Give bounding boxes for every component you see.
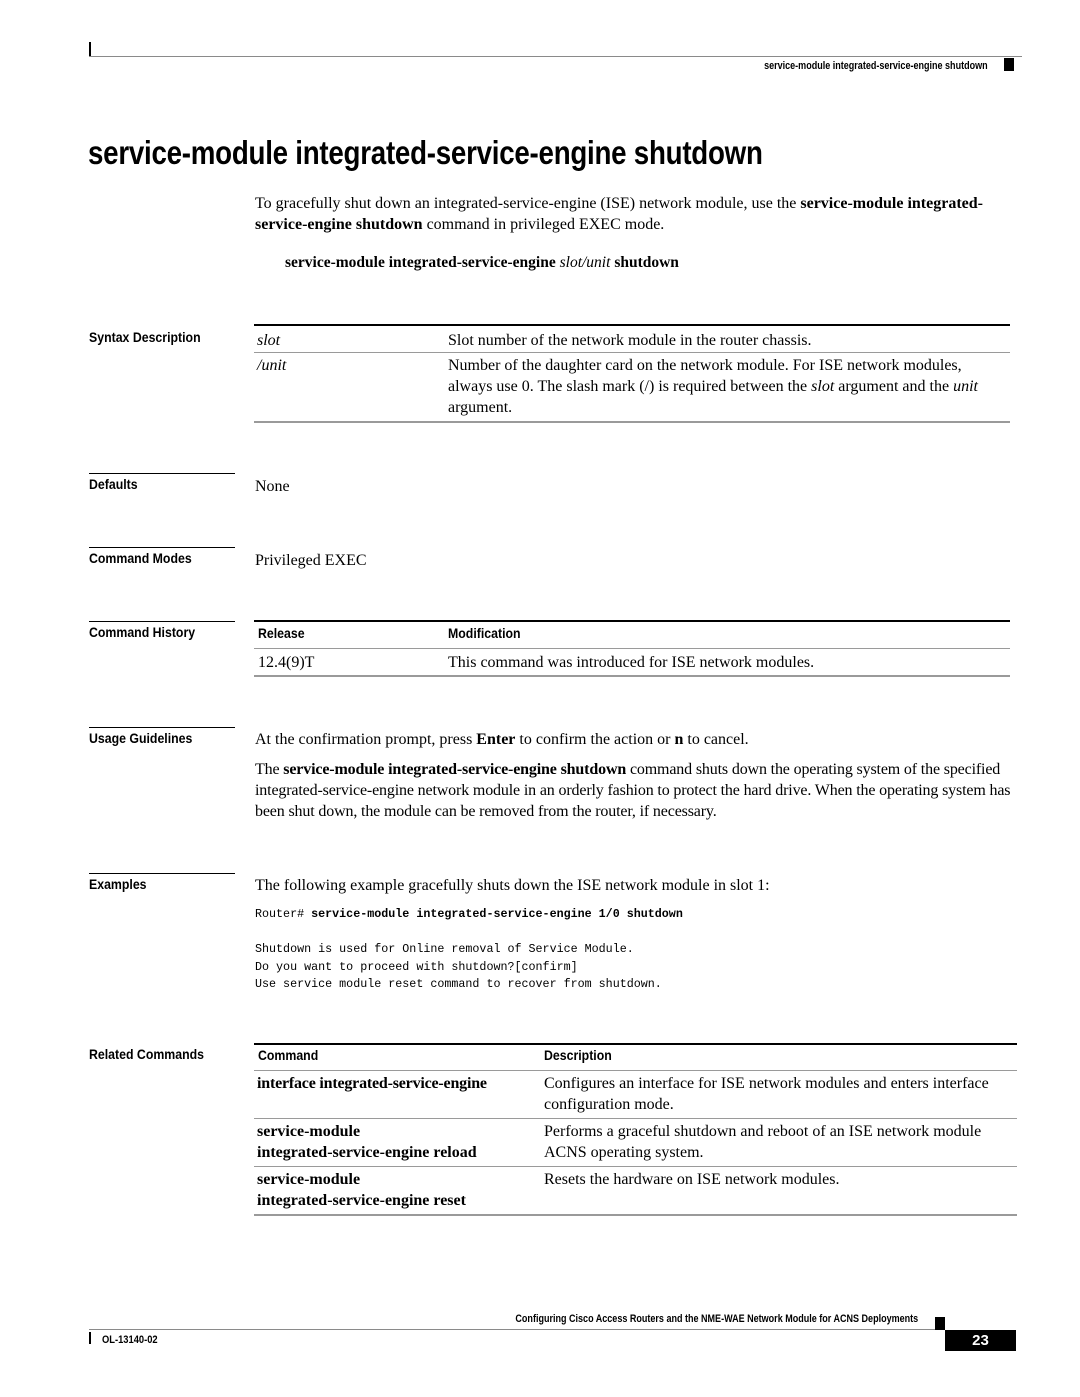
example-command: service-module integrated-service-engine… [311,907,683,921]
usage-text: The [255,761,284,778]
defaults-value: None [255,478,290,495]
related-command-link[interactable]: service-module integrated-service-engine … [257,1169,466,1211]
syntax-argument: slot/unit [559,254,611,271]
router-prompt: Router# [255,907,312,921]
desc-italic-unit: unit [953,378,978,395]
table-rule [254,352,1010,353]
desc-text: argument. [448,399,513,416]
column-header-description: Description [544,1047,612,1063]
section-rule [89,547,235,548]
syntax-command: service-module integrated-service-engine [285,254,560,271]
related-command-description: Resets the hardware on ISE network modul… [544,1171,840,1188]
column-header-release: Release [258,625,305,641]
example-output-line: Do you want to proceed with shutdown?[co… [255,960,578,974]
related-command-link[interactable]: interface integrated-service-engine [257,1073,487,1094]
footer-margin-tick [89,1332,91,1344]
footer-rule [89,1329,935,1330]
table-rule [254,648,1010,649]
usage-text: to confirm the action or [515,731,675,748]
section-label-examples: Examples [89,876,147,892]
footer-doc-number: OL-13140-02 [102,1334,158,1346]
example-output-line: Use service module reset command to reco… [255,977,662,991]
related-command-description: Configures an interface for ISE network … [544,1075,989,1113]
syntax-desc-slot: Slot number of the network module in the… [448,332,812,349]
usage-text: At the confirmation prompt, press [255,731,477,748]
syntax-desc-unit: Number of the daughter card on the netwo… [448,355,993,418]
table-rule [254,324,1010,326]
related-command-line: service-module [257,1171,361,1188]
section-rule [89,621,235,622]
column-header-command: Command [258,1047,319,1063]
section-rule [89,873,235,874]
example-output-line: Shutdown is used for Online removal of S… [255,942,634,956]
section-rule [89,473,235,474]
section-label-command-history: Command History [89,624,196,640]
usage-paragraph-1: At the confirmation prompt, press Enter … [255,729,1025,750]
table-rule [254,620,1010,622]
command-syntax: service-module integrated-service-engine… [285,254,679,272]
running-header: service-module integrated-service-engine… [764,60,988,72]
intro-text: To gracefully shut down an integrated-se… [255,195,801,212]
page-number: 23 [945,1330,1016,1351]
example-command-line: Router# service-module integrated-servic… [255,905,683,923]
table-rule [254,1214,1017,1216]
footer-block-marker [935,1317,945,1330]
table-rule [254,421,1010,423]
table-rule [254,1043,1017,1045]
section-rule [89,727,235,728]
examples-intro: The following example gracefully shuts d… [255,877,770,894]
header-rule [89,56,1022,57]
syntax-arg-unit: /unit [257,357,287,374]
intro-text-end: command in privileged EXEC mode. [422,216,665,233]
related-command-line: service-module [257,1123,361,1140]
related-command-line: integrated-service-engine reset [257,1192,466,1209]
syntax-suffix: shutdown [610,254,679,271]
usage-text: to cancel. [683,731,749,748]
header-margin-tick [89,42,91,56]
section-label-usage-guidelines: Usage Guidelines [89,730,193,746]
footer-book-title: Configuring Cisco Access Routers and the… [515,1313,918,1325]
related-command-link[interactable]: service-module integrated-service-engine … [257,1121,477,1163]
table-rule [254,1166,1017,1167]
section-label-related-commands: Related Commands [89,1046,205,1062]
table-rule [254,675,1010,677]
section-label-command-modes: Command Modes [89,550,192,566]
table-rule [254,1118,1017,1119]
page-title: service-module integrated-service-engine… [88,134,763,171]
command-modes-value: Privileged EXEC [255,552,367,569]
desc-italic-slot: slot [811,378,835,395]
usage-paragraph-2: The service-module integrated-service-en… [255,759,1023,822]
header-block-marker [1004,58,1014,71]
key-enter: Enter [476,731,516,748]
related-command-line: integrated-service-engine reload [257,1144,477,1161]
history-release: 12.4(9)T [258,654,315,671]
intro-paragraph: To gracefully shut down an integrated-se… [255,193,1025,235]
table-rule [254,1070,1017,1071]
usage-command: service-module integrated-service-engine… [283,761,627,778]
section-label-syntax-description: Syntax Description [89,329,201,345]
history-modification: This command was introduced for ISE netw… [448,654,815,671]
desc-text: argument and the [834,378,954,395]
section-label-defaults: Defaults [89,476,138,492]
syntax-arg-slot: slot [257,332,281,349]
column-header-modification: Modification [448,625,521,641]
related-command-description: Performs a graceful shutdown and reboot … [544,1123,982,1161]
